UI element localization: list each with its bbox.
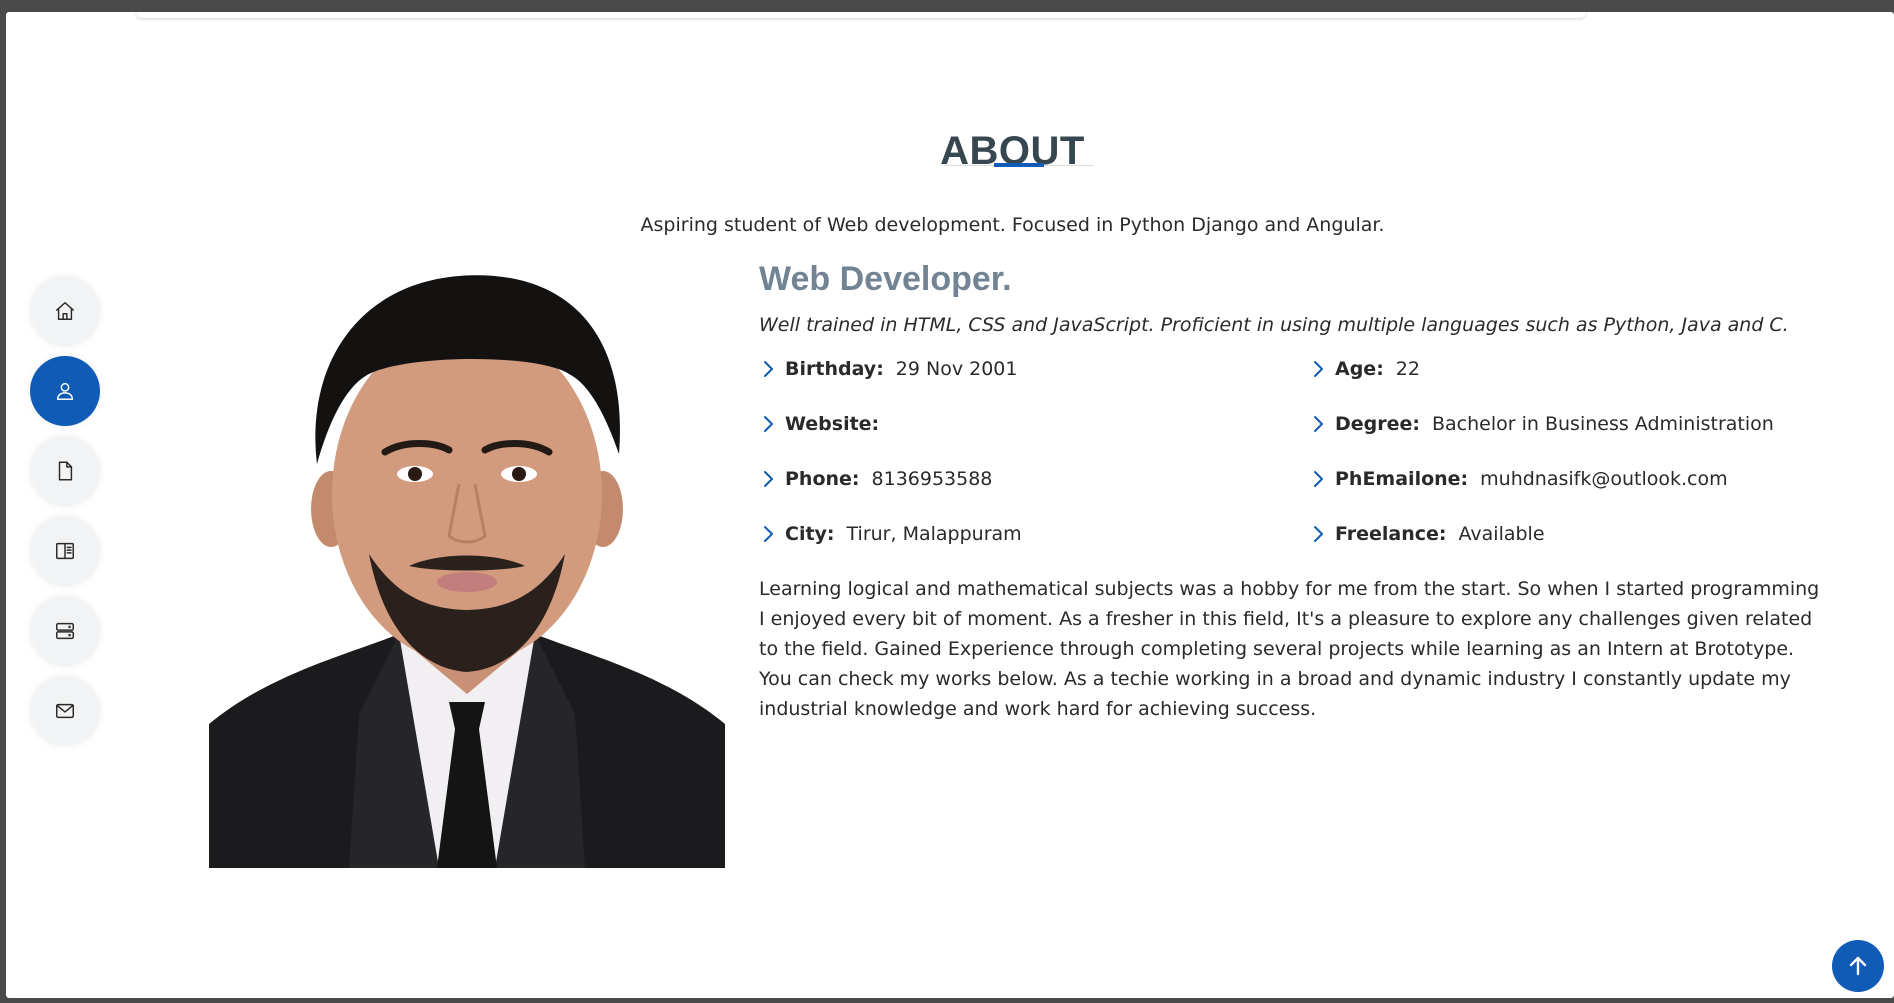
fact-value: muhdnasifk@outlook.com: [1480, 468, 1728, 490]
nav-home-button[interactable]: [30, 276, 100, 346]
about-content: Web Developer. Well trained in HTML, CSS…: [759, 258, 1859, 743]
fact-birthday: Birthday: 29 Nov 2001: [759, 354, 1018, 384]
fact-value: Bachelor in Business Administration: [1432, 413, 1774, 435]
fact-value: Tirur, Malappuram: [846, 523, 1022, 545]
chevron-right-icon: [759, 358, 777, 380]
home-icon: [56, 302, 74, 320]
user-icon: [56, 382, 74, 400]
fact-email: PhEmailone: muhdnasifk@outlook.com: [1309, 464, 1728, 494]
fact-label: PhEmailone:: [1335, 468, 1469, 490]
envelope-icon: [56, 703, 74, 719]
fact-website: Website:: [759, 409, 891, 439]
chevron-right-icon: [759, 468, 777, 490]
fact-city: City: Tirur, Malappuram: [759, 519, 1022, 549]
facts-list: Birthday: 29 Nov 2001 Age: 22 Website: D…: [759, 354, 1859, 574]
chevron-right-icon: [1309, 523, 1327, 545]
nav-resume-button[interactable]: [30, 436, 100, 506]
title-accent-bar: [994, 163, 1044, 167]
arrow-up-icon: [1849, 956, 1867, 976]
nav-portfolio-button[interactable]: [30, 516, 100, 586]
fact-label: Age:: [1335, 358, 1384, 380]
fact-age: Age: 22: [1309, 354, 1420, 384]
chevron-right-icon: [1309, 413, 1327, 435]
header-bar-edge: [136, 12, 1586, 18]
fact-label: Degree:: [1335, 413, 1420, 435]
fact-value: Available: [1458, 523, 1545, 545]
book-icon: [56, 542, 74, 560]
chevron-right-icon: [1309, 358, 1327, 380]
back-to-top-button[interactable]: [1832, 940, 1884, 992]
page-container: ABOUT Aspiring student of Web developmen…: [6, 12, 1894, 998]
nav-contact-button[interactable]: [30, 676, 100, 746]
role-tagline: Well trained in HTML, CSS and JavaScript…: [759, 314, 1789, 336]
fact-label: City:: [785, 523, 835, 545]
bio-paragraph: Learning logical and mathematical subjec…: [759, 578, 1820, 720]
section-subtitle: Aspiring student of Web development. Foc…: [640, 214, 1385, 236]
file-icon: [58, 461, 73, 481]
chevron-right-icon: [1309, 468, 1327, 490]
sidebar-nav: [30, 276, 100, 756]
section-title: ABOUT: [940, 129, 1085, 174]
fact-label: Phone:: [785, 468, 860, 490]
chevron-right-icon: [759, 413, 777, 435]
fact-label: Birthday:: [785, 358, 884, 380]
fact-phone: Phone: 8136953588: [759, 464, 992, 494]
fact-label: Website:: [785, 413, 880, 435]
server-icon: [56, 622, 74, 640]
fact-value: 29 Nov 2001: [895, 358, 1018, 380]
role-heading: Web Developer.: [759, 260, 1012, 298]
chevron-right-icon: [759, 523, 777, 545]
profile-photo: [209, 254, 725, 868]
fact-value: 8136953588: [871, 468, 993, 490]
nav-about-button[interactable]: [30, 356, 100, 426]
fact-degree: Degree: Bachelor in Business Administrat…: [1309, 409, 1774, 439]
fact-label: Freelance:: [1335, 523, 1447, 545]
nav-services-button[interactable]: [30, 596, 100, 666]
fact-value: 22: [1395, 358, 1420, 380]
fact-freelance: Freelance: Available: [1309, 519, 1545, 549]
